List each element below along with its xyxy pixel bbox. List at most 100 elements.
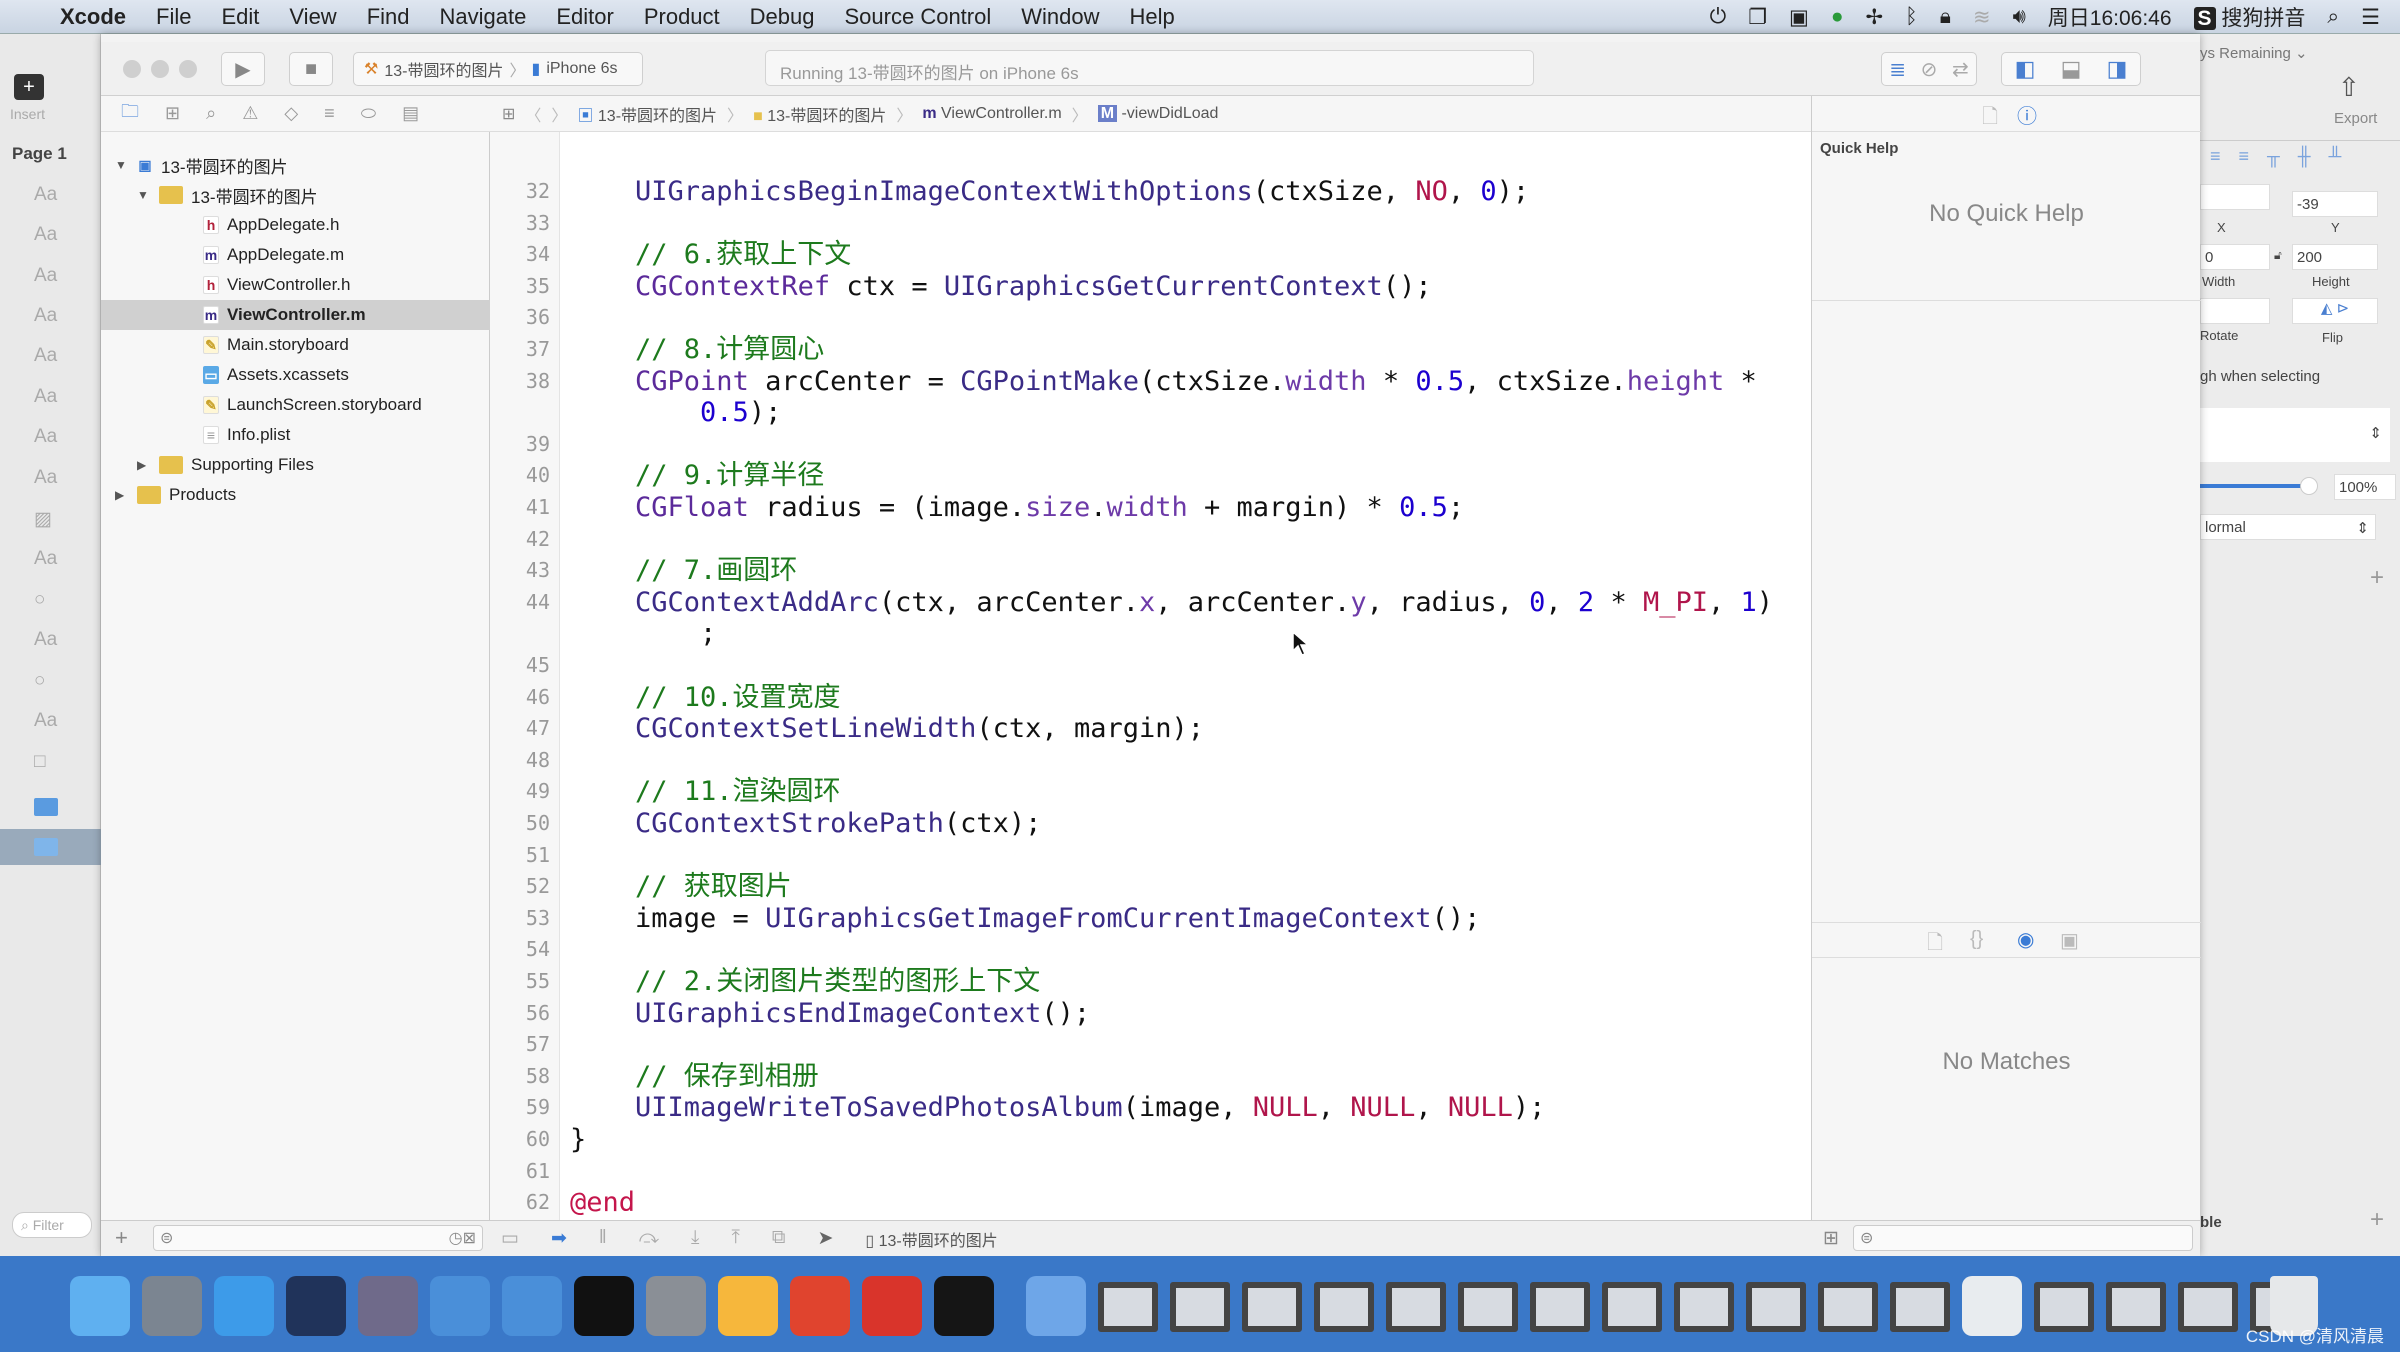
spotlight-icon[interactable]: ⌕ — [2327, 5, 2339, 29]
dock-terminal-icon[interactable] — [574, 1276, 634, 1336]
dock-screenshot-icon[interactable] — [1962, 1276, 2022, 1336]
layer-oval-icon[interactable]: ○ — [34, 670, 45, 692]
bluetooth-icon[interactable]: ᛒ — [1905, 5, 1918, 29]
step-out-icon[interactable]: ⤒ — [731, 1227, 739, 1251]
export-icon[interactable]: ⇧ — [2338, 72, 2360, 103]
dock-parallels-icon[interactable] — [862, 1276, 922, 1336]
debug-target[interactable]: ▯ 13-带圆环的图片 — [865, 1227, 997, 1251]
layer-text[interactable]: Aa — [34, 426, 57, 448]
wifi-icon[interactable]: ≋ — [1973, 5, 1991, 30]
editor-mode-buttons[interactable]: ≣ ⊘ ⇄ — [1881, 52, 1977, 86]
dock-window-icon[interactable] — [1530, 1282, 1590, 1332]
dock-console-icon[interactable] — [934, 1276, 994, 1336]
issue-navigator-icon[interactable]: ⚠ — [242, 103, 258, 124]
report-navigator-icon[interactable]: ▤ — [402, 103, 419, 124]
blend-mode-select[interactable]: lormal ⇕ — [2200, 514, 2376, 540]
breadcrumb-file[interactable]: m ViewController.m — [922, 105, 1061, 123]
layer-rect-icon[interactable]: □ — [34, 751, 45, 773]
export-label[interactable]: Export — [2334, 110, 2377, 127]
menu-help[interactable]: Help — [1130, 4, 1175, 30]
navigator-item[interactable]: ▶ Products — [101, 480, 490, 510]
dock-window-icon[interactable] — [1602, 1282, 1662, 1332]
dock-system-preferences-icon[interactable] — [646, 1276, 706, 1336]
navigator-item[interactable]: ✎ LaunchScreen.storyboard — [101, 390, 490, 420]
dock-launchpad-icon[interactable] — [142, 1276, 202, 1336]
power-icon[interactable]: ⏻ — [1710, 5, 1727, 29]
file-template-icon[interactable]: 🗋 — [1927, 928, 1943, 962]
page-label[interactable]: Page 1 — [12, 144, 67, 164]
flip-buttons[interactable]: ◭ ⊳ — [2292, 298, 2378, 324]
debug-toggle-icon[interactable]: ⬓ — [2061, 56, 2082, 82]
lock-icon[interactable]: 🔒︎ — [1940, 5, 1951, 29]
minimize-button[interactable] — [151, 60, 169, 78]
source-editor[interactable]: 32 UIGraphicsBeginImageContextWithOption… — [490, 132, 1811, 1220]
navigator-filter-input[interactable]: ⊜ ◷⊠ — [153, 1225, 483, 1251]
view-debugger-icon[interactable]: ⧉ — [772, 1227, 786, 1251]
project-navigator-icon[interactable]: 🗀 — [121, 99, 139, 129]
click-through-label[interactable]: gh when selecting — [2200, 368, 2320, 385]
menu-app[interactable]: Xcode — [60, 4, 126, 30]
dock-window-icon[interactable] — [1386, 1282, 1446, 1332]
window-icon[interactable]: ❐ — [1748, 5, 1767, 30]
clock[interactable]: 周日16:06:46 — [2048, 2, 2172, 32]
close-button[interactable] — [123, 60, 141, 78]
dock-simulator-icon[interactable] — [502, 1276, 562, 1336]
breakpoints-toggle-icon[interactable]: ➡ — [551, 1227, 567, 1251]
layer-text[interactable]: Aa — [34, 305, 57, 327]
y-field[interactable]: -39 — [2292, 191, 2378, 217]
zoom-button[interactable] — [179, 60, 197, 78]
stop-button[interactable]: ■ — [289, 52, 333, 86]
dock-safari-icon[interactable] — [214, 1276, 274, 1336]
menu-product[interactable]: Product — [644, 4, 720, 30]
debug-navigator-icon[interactable]: ≡ — [324, 103, 335, 124]
navigator-item[interactable]: ▶ Supporting Files — [101, 450, 490, 480]
layer-text[interactable]: Aa — [34, 386, 57, 408]
step-over-icon[interactable]: ⤼ — [639, 1227, 659, 1251]
ime-menu[interactable]: S 搜狗拼音 — [2193, 2, 2305, 32]
opacity-slider-knob[interactable] — [2300, 477, 2318, 495]
layer-text[interactable]: Aa — [34, 184, 57, 206]
library-filter-input[interactable]: ⊜ — [1853, 1225, 2193, 1251]
navigator-toggle-icon[interactable]: ◧ — [2015, 56, 2036, 82]
layer-text[interactable]: Aa — [34, 224, 57, 246]
trial-remaining[interactable]: ys Remaining ⌄ — [2200, 44, 2308, 62]
dock-window-icon[interactable] — [1890, 1282, 1950, 1332]
height-field[interactable]: 200 — [2292, 244, 2378, 270]
dock-window-icon[interactable] — [1458, 1282, 1518, 1332]
hide-debug-area-icon[interactable]: ▭ — [501, 1227, 519, 1251]
menu-source-control[interactable]: Source Control — [845, 4, 992, 30]
dock-imovie-icon[interactable] — [358, 1276, 418, 1336]
dock-window-icon[interactable] — [2034, 1282, 2094, 1332]
disclosure-open-icon[interactable]: ▼ — [115, 158, 137, 172]
standard-editor-icon[interactable]: ≣ — [1889, 57, 1906, 82]
dock-window-icon[interactable] — [2178, 1282, 2238, 1332]
width-field[interactable]: 0 — [2200, 244, 2270, 270]
menu-edit[interactable]: Edit — [221, 4, 259, 30]
dock-window-icon[interactable] — [1746, 1282, 1806, 1332]
layer-text[interactable]: Aa — [34, 265, 57, 287]
disclosure-closed-icon[interactable]: ▶ — [137, 458, 159, 472]
add-file-button[interactable]: + — [115, 1225, 128, 1251]
layer-image-icon[interactable]: ▨ — [34, 508, 52, 531]
disclosure-closed-icon[interactable]: ▶ — [115, 488, 137, 502]
navigator-item[interactable]: ▼ ▣ 13-带圆环的图片 — [101, 150, 490, 180]
step-into-icon[interactable]: ⤓ — [691, 1227, 699, 1251]
dock-window-icon[interactable] — [1818, 1282, 1878, 1332]
layer-folder-icon[interactable] — [34, 838, 58, 856]
related-items-icon[interactable]: ⊞ — [502, 104, 515, 124]
add-fill-icon[interactable]: + — [2370, 564, 2384, 592]
navigator-item[interactable]: h ViewController.h — [101, 270, 490, 300]
media-library-icon[interactable]: ▣ — [2060, 928, 2079, 953]
breadcrumb-project[interactable]: ▣ 13-带圆环的图片 — [577, 102, 717, 126]
filter-input[interactable]: ⌕ Filter — [12, 1212, 92, 1238]
layer-text[interactable]: Aa — [34, 548, 57, 570]
play-icon[interactable]: ● — [1831, 5, 1844, 29]
breadcrumb-group[interactable]: ■ 13-带圆环的图片 — [753, 102, 886, 126]
navigator-item[interactable]: ≡ Info.plist — [101, 420, 490, 450]
test-navigator-icon[interactable]: ◇ — [284, 103, 298, 124]
dock-sketch-icon[interactable] — [718, 1276, 778, 1336]
opacity-slider[interactable] — [2200, 484, 2310, 488]
assistant-editor-icon[interactable]: ⊘ — [1921, 57, 1938, 82]
view-toggle-buttons[interactable]: ◧ ⬓ ◨ — [2001, 52, 2141, 86]
dock-window-icon[interactable] — [1242, 1282, 1302, 1332]
